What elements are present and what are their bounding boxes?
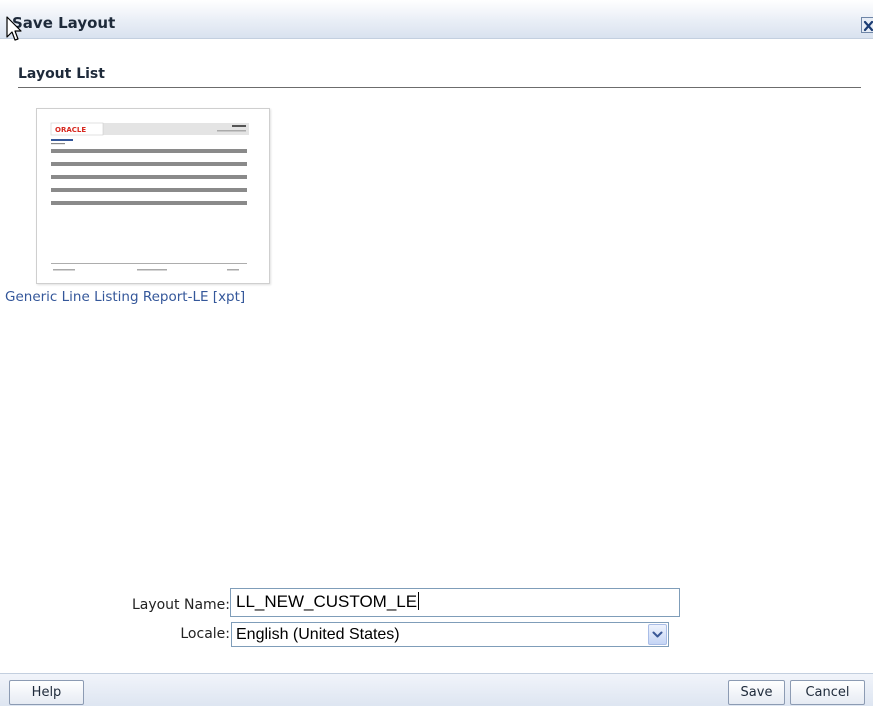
dialog-footer: Help Save Cancel [0, 673, 873, 706]
layout-list-heading: Layout List [18, 66, 105, 82]
layout-list-header: Layout List [0, 58, 873, 88]
layout-name-label: Layout Name: [131, 597, 230, 613]
close-button[interactable] [861, 17, 873, 33]
locale-label: Locale: [180, 626, 230, 642]
cancel-button[interactable]: Cancel [790, 680, 865, 705]
chevron-down-icon [652, 631, 663, 638]
section-divider [18, 87, 861, 88]
layout-name-value: LL_NEW_CUSTOM_LE [236, 592, 418, 611]
locale-selected-value: English (United States) [236, 626, 400, 643]
layout-name-input[interactable]: LL_NEW_CUSTOM_LE [230, 588, 680, 617]
locale-select[interactable]: English (United States) [231, 622, 669, 647]
oracle-logo-text: ORACLE [55, 126, 86, 134]
mouse-cursor-icon [6, 16, 22, 41]
dialog-titlebar: Save Layout [0, 0, 873, 41]
locale-dropdown-button[interactable] [648, 624, 667, 645]
layout-thumbnail[interactable]: ORACLE [36, 108, 270, 284]
text-caret [418, 592, 420, 610]
close-icon [863, 20, 873, 32]
layout-item-link[interactable]: Generic Line Listing Report-LE [xpt] [5, 289, 245, 305]
help-button[interactable]: Help [9, 680, 84, 705]
save-layout-dialog: Save Layout Layout List ORACLE Generic L… [0, 0, 873, 706]
dialog-title: Save Layout [12, 14, 116, 32]
save-button[interactable]: Save [728, 680, 785, 705]
report-preview-image: ORACLE [50, 122, 249, 271]
